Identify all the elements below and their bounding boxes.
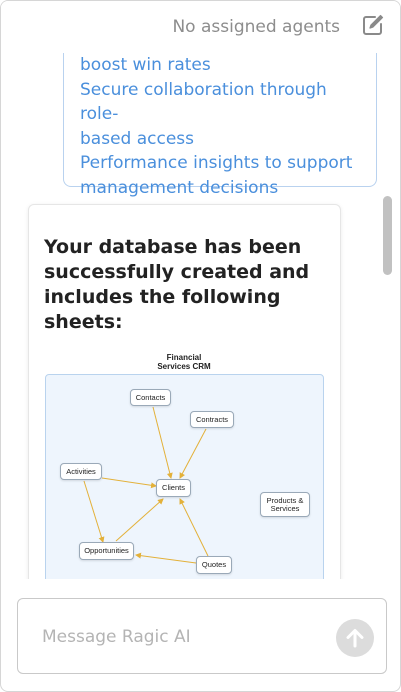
heading-line: successfully created and <box>44 261 310 283</box>
arrow-contracts-clients <box>179 428 207 479</box>
user-message-line: Performance insights to support <box>80 153 353 173</box>
ai-message-card: Your database has been successfully crea… <box>28 204 341 579</box>
edit-icon[interactable] <box>361 13 385 37</box>
send-button[interactable] <box>336 619 374 657</box>
user-message-line: boost win rates <box>80 55 211 75</box>
diagram-node-opportunities: Opportunities <box>79 542 134 560</box>
diagram-node-clients: Clients <box>156 479 191 497</box>
arrow-quotes-opportunities <box>135 552 197 564</box>
message-composer <box>17 598 387 674</box>
arrow-quotes-clients <box>179 498 209 557</box>
scrollbar-thumb[interactable] <box>383 196 392 275</box>
arrow-contacts-clients <box>152 406 173 479</box>
user-message-line: management decisions <box>80 177 279 198</box>
arrow-activities-clients <box>101 477 157 489</box>
chat-window: No assigned agents boost win rates Secur… <box>0 0 401 692</box>
message-input[interactable] <box>42 625 322 649</box>
heading-line: Your database has been <box>44 236 302 258</box>
diagram-node-activities: Activities <box>60 463 102 480</box>
chat-header: No assigned agents <box>1 1 400 53</box>
ai-message-heading: Your database has been successfully crea… <box>44 235 324 335</box>
diagram-title: Financial Services CRM <box>134 353 234 371</box>
crm-diagram: Contacts Contracts Activities Clients Pr… <box>45 374 324 579</box>
heading-line: includes the following <box>44 286 281 308</box>
diagram-title-line: Financial <box>166 353 202 362</box>
diagram-node-contacts: Contacts <box>130 389 171 406</box>
user-message-line: Secure collaboration through role- <box>80 79 327 125</box>
user-message-line: based access <box>80 128 195 149</box>
arrow-opportunities-clients <box>115 498 164 542</box>
diagram-node-quotes: Quotes <box>196 556 232 574</box>
diagram-title-line: Services CRM <box>157 362 211 371</box>
arrow-activities-opportunities <box>83 480 105 543</box>
heading-line: sheets: <box>44 311 123 333</box>
node-label-line: Services <box>270 503 300 513</box>
arrow-up-icon <box>346 629 364 648</box>
user-message-bubble: boost win rates Secure collaboration thr… <box>63 53 377 198</box>
assigned-agents-status: No assigned agents <box>172 17 340 37</box>
diagram-node-contracts: Contracts <box>190 411 234 428</box>
message-list[interactable]: boost win rates Secure collaboration thr… <box>1 53 400 579</box>
diagram-node-products-services: Products & Services <box>260 492 310 517</box>
